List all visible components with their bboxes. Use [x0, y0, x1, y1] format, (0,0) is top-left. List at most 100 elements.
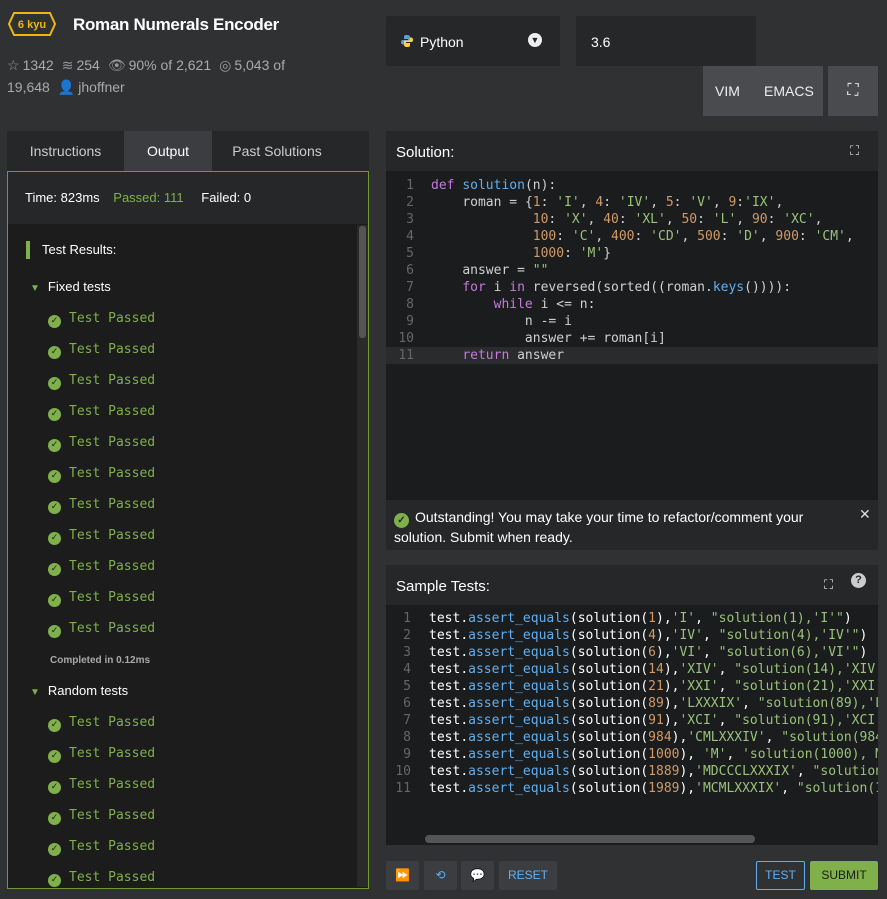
completed-of: of	[273, 57, 285, 73]
emacs-mode-button[interactable]: EMACS	[764, 83, 814, 99]
test-result-label: Test Passed	[69, 808, 156, 823]
line-number: 11	[398, 348, 414, 363]
fullscreen-button[interactable]: ⛶	[828, 66, 878, 116]
check-icon: ✓	[48, 874, 61, 887]
line-number: 4	[403, 662, 411, 677]
code-line: 5 1000: 'M'}	[386, 245, 878, 262]
close-icon[interactable]: ✕	[859, 506, 871, 523]
test-failed: Failed: 0	[201, 190, 252, 205]
chevron-down-icon[interactable]: ▼	[528, 33, 542, 47]
version-label: 3.6	[591, 34, 611, 50]
kata-title: Roman Numerals Encoder	[73, 15, 279, 34]
tab-instructions[interactable]: Instructions	[7, 131, 124, 171]
tab-past-solutions[interactable]: Past Solutions	[212, 131, 342, 171]
code-line: 8 while i <= n:	[386, 296, 878, 313]
solution-editor[interactable]: 1 def solution(n): 2 roman = {1: 'I', 4: '…	[386, 171, 878, 500]
check-icon: ✓	[48, 501, 61, 514]
test-result-item: ✓ Test Passed	[48, 870, 155, 887]
rank-label: 6 kyu	[18, 19, 46, 31]
check-icon: ✓	[48, 843, 61, 856]
line-number: 11	[395, 781, 411, 796]
test-line: 6 test.assert_equals(solution(89),'LXXXIX…	[386, 695, 878, 712]
comment-icon: 💬	[470, 868, 485, 882]
discuss-button[interactable]: 💬	[461, 861, 494, 890]
horizontal-scrollbar[interactable]	[425, 835, 755, 843]
reset-button[interactable]: RESET	[499, 861, 557, 890]
check-icon: ✓	[48, 377, 61, 390]
test-result-item: ✓ Test Passed	[48, 435, 155, 452]
attempted-count: 19,648	[7, 79, 50, 95]
test-result-label: Test Passed	[69, 715, 156, 730]
vim-mode-button[interactable]: VIM	[715, 83, 740, 99]
tab-output[interactable]: Output	[124, 131, 212, 171]
test-result-item: ✓ Test Passed	[48, 497, 155, 514]
test-result-label: Test Passed	[69, 839, 156, 854]
expand-icon[interactable]: ⛶	[824, 577, 833, 593]
fullscreen-icon: ⛶	[847, 82, 859, 99]
expand-icon: ▼	[30, 283, 40, 294]
line-number: 9	[406, 314, 414, 329]
collection-icon[interactable]: ≋	[62, 57, 74, 73]
test-result-item: ✓ Test Passed	[48, 808, 155, 825]
test-result-item: ✓ Test Passed	[48, 715, 155, 732]
test-result-label: Test Passed	[69, 870, 156, 885]
author-link[interactable]: jhoffner	[78, 79, 124, 95]
solution-title: Solution:	[396, 144, 455, 161]
sample-tests-editor[interactable]: 1 test.assert_equals(solution(1),'I', "so…	[386, 605, 878, 845]
fast-forward-button[interactable]: ⏩	[386, 861, 419, 890]
results-heading: Test Results:	[26, 241, 116, 259]
stars-count: 1342	[22, 57, 54, 73]
scrollbar-thumb[interactable]	[359, 226, 366, 338]
code-line: 11 return answer	[386, 347, 878, 364]
notice-message: Outstanding! You may take your time to r…	[394, 509, 804, 545]
check-icon: ✓	[48, 719, 61, 732]
check-icon: ✓	[48, 408, 61, 421]
test-result-item: ✓ Test Passed	[48, 621, 155, 638]
help-icon[interactable]: ?	[851, 573, 866, 588]
test-line: 9 test.assert_equals(solution(1000), 'M',…	[386, 746, 878, 763]
test-result-label: Test Passed	[69, 777, 156, 792]
test-result-label: Test Passed	[69, 311, 156, 326]
refresh-button[interactable]: ⟲	[424, 861, 457, 890]
star-icon[interactable]: ☆	[7, 57, 20, 73]
test-result-item: ✓ Test Passed	[48, 528, 155, 545]
check-icon: ✓	[48, 470, 61, 483]
completed-count: 5,043	[234, 57, 270, 73]
line-number: 4	[406, 229, 414, 244]
eye-icon: 👁	[107, 57, 126, 73]
completed-time: Completed in 0.12ms	[50, 655, 151, 666]
code-line: 3 10: 'X', 40: 'XL', 50: 'L', 90: 'XC',	[386, 211, 878, 228]
test-passed: Passed: 111	[113, 190, 184, 205]
fixed-tests-group[interactable]: ▼ Fixed tests	[30, 279, 111, 294]
test-result-item: ✓ Test Passed	[48, 746, 155, 763]
test-result-item: ✓ Test Passed	[48, 404, 155, 421]
line-number: 3	[403, 645, 411, 660]
check-icon: ✓	[48, 812, 61, 825]
test-result-item: ✓ Test Passed	[48, 466, 155, 483]
submit-button[interactable]: SUBMIT	[810, 861, 878, 890]
check-icon: ✓	[48, 532, 61, 545]
language-label: Python	[420, 34, 464, 50]
expand-icon[interactable]: ⛶	[850, 143, 859, 159]
test-result-label: Test Passed	[69, 404, 156, 419]
random-tests-group[interactable]: ▼ Random tests	[30, 683, 128, 698]
line-number: 5	[403, 679, 411, 694]
test-time: Time: 823ms	[25, 190, 100, 205]
fast-forward-icon: ⏩	[395, 868, 410, 882]
test-result-label: Test Passed	[69, 528, 156, 543]
line-number: 10	[395, 764, 411, 779]
check-icon: ✓	[48, 563, 61, 576]
code-line: 1 def solution(n):	[386, 177, 878, 194]
test-results: Test Results: ▼ Fixed tests Completed in …	[8, 225, 360, 887]
solution-header	[386, 131, 878, 171]
test-result-item: ✓ Test Passed	[48, 839, 155, 856]
satisfaction-votes: of 2,621	[160, 57, 212, 73]
test-button[interactable]: TEST	[756, 861, 805, 890]
kata-stats: ☆ 1342 ≋ 254 👁 90% of 2,621 ◎ 5,043 of 19,648 👤 jh…	[7, 54, 337, 98]
test-summary: Time: 823ms Passed: 111 Failed: 0	[8, 172, 368, 224]
test-line: 8 test.assert_equals(solution(984),'CMLXX…	[386, 729, 878, 746]
line-number: 10	[398, 331, 414, 346]
check-icon: ✓	[48, 750, 61, 763]
code-line: 7 for i in reversed(sorted((roman.keys()…	[386, 279, 878, 296]
test-result-item: ✓ Test Passed	[48, 342, 155, 359]
